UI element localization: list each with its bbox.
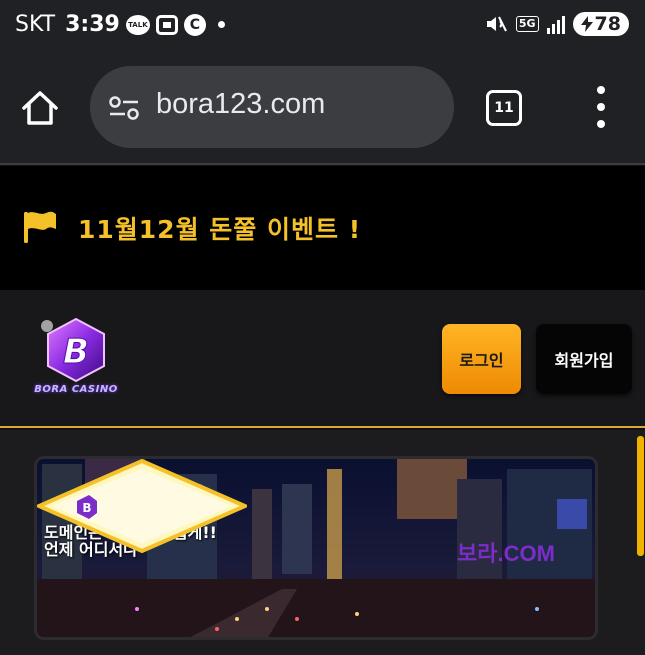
- tab-switcher-button[interactable]: 11: [486, 90, 522, 126]
- browser-toolbar: bora123.com 11: [0, 52, 645, 165]
- badge-domain-text: 보라.COM: [457, 541, 555, 566]
- url-text[interactable]: bora123.com: [156, 88, 325, 121]
- screen-capture-icon: [155, 14, 178, 35]
- app-c-icon: C: [183, 13, 206, 36]
- battery-level: 78: [594, 13, 621, 35]
- network-type-badge: 5G: [515, 16, 539, 32]
- domain-badge: B: [37, 459, 247, 553]
- status-right: 5G 78: [484, 12, 629, 36]
- site-settings-icon[interactable]: [108, 96, 140, 120]
- status-bar: SKT 3:39 TALK C 5G 78: [0, 0, 645, 52]
- address-bar[interactable]: bora123.com: [90, 66, 454, 148]
- more-notifications-icon: [217, 21, 225, 28]
- home-icon[interactable]: [20, 88, 60, 128]
- talk-icon: TALK: [125, 14, 150, 35]
- bora-casino-logo[interactable]: B BORA CASINO: [22, 316, 130, 402]
- signal-icon: [546, 14, 565, 34]
- logo-wordmark: BORA CASINO: [34, 384, 118, 395]
- overflow-menu-icon[interactable]: [595, 86, 607, 128]
- logo-b-icon: B: [41, 317, 105, 383]
- mute-icon: [486, 16, 507, 32]
- notice-bar: 11월12월 돈쭐 이벤트 !: [0, 166, 645, 290]
- scrollbar-thumb[interactable]: [637, 436, 644, 556]
- clock: 3:39: [65, 12, 120, 37]
- main-banner[interactable]: 도메인은 기억하기 쉽게!! 언제 어디서나 B 보라.COM: [34, 456, 598, 640]
- notice-text[interactable]: 11월12월 돈쭐 이벤트 !: [78, 210, 361, 246]
- svg-text:B: B: [63, 332, 89, 372]
- charging-icon: [580, 16, 593, 32]
- svg-text:B: B: [82, 501, 91, 515]
- flag-icon: [24, 211, 56, 243]
- site-header: B BORA CASINO 로그인 회원가입: [0, 290, 645, 428]
- login-button[interactable]: 로그인: [442, 324, 521, 394]
- carrier-label: SKT: [15, 12, 56, 37]
- battery-indicator: 78: [572, 12, 629, 36]
- status-left: SKT 3:39 TALK C: [15, 12, 225, 37]
- signup-button[interactable]: 회원가입: [536, 324, 632, 394]
